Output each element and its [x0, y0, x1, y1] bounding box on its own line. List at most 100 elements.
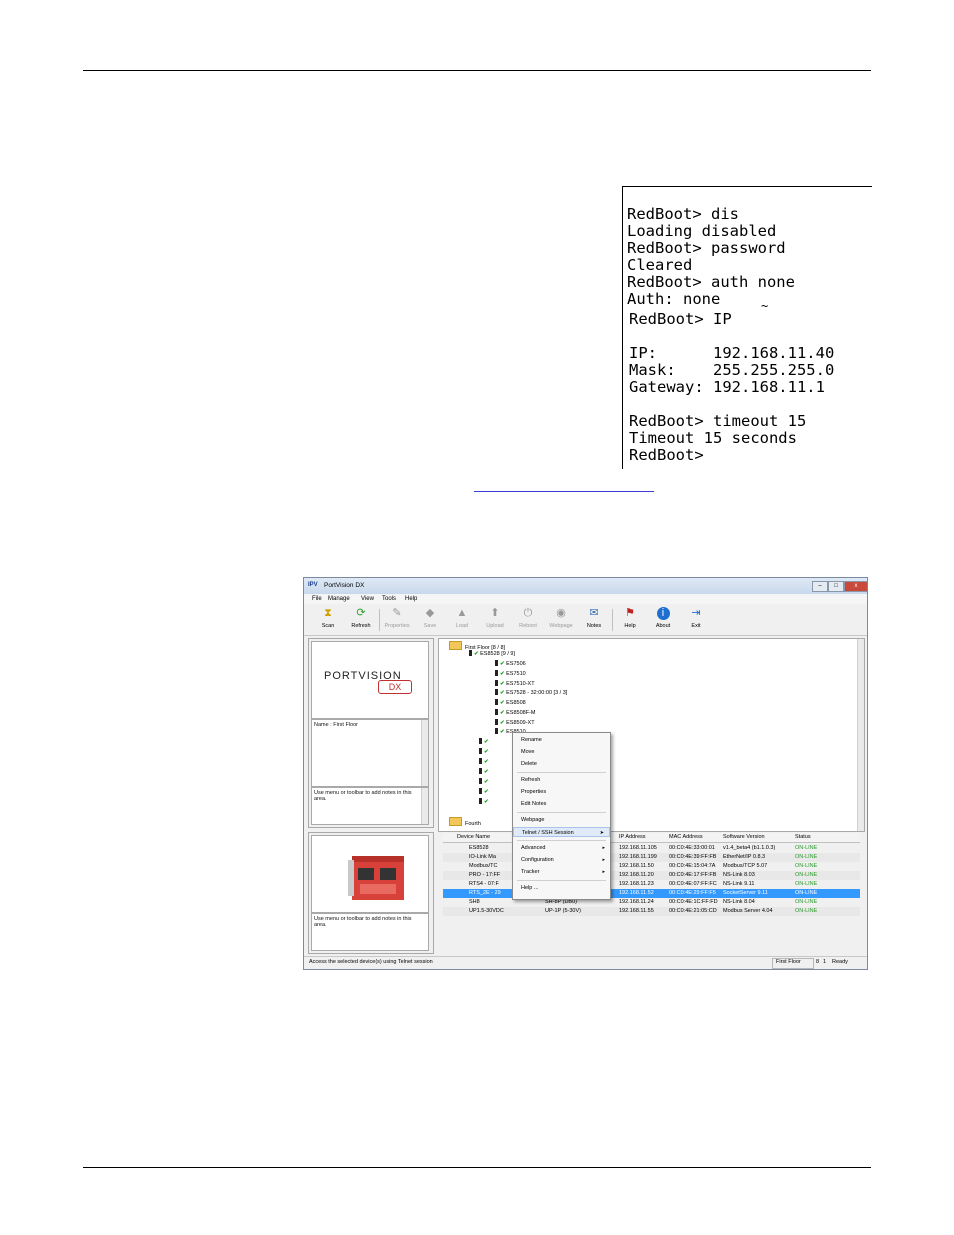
tree-node[interactable]: ✔ ES7510 — [495, 670, 526, 677]
ctx-telnet-ssh-session[interactable]: Telnet / SSH Session ➤ — [513, 827, 610, 837]
ctx-move[interactable]: Move — [513, 747, 610, 757]
col-software-version[interactable]: Software Version — [723, 834, 765, 840]
table-row[interactable]: UP1.5-30VDC UP-1P (5-30V) 192.168.11.55 … — [443, 907, 860, 916]
cell-mac: 00:C0:4E:39:FF:FB — [669, 854, 717, 860]
menu-help[interactable]: Help — [405, 596, 417, 602]
reboot-icon: ⏻ — [523, 607, 533, 619]
tree-scrollbar[interactable] — [857, 639, 864, 831]
device-notes-area[interactable]: Use menu or toolbar to add notes in this… — [311, 913, 429, 951]
menu-view[interactable]: View — [361, 596, 374, 602]
notes-scrollbar[interactable] — [421, 788, 428, 824]
col-status[interactable]: Status — [795, 834, 811, 840]
toolbar-label: Upload — [486, 623, 504, 629]
tree-node[interactable]: ✔ ES8528 [9 / 9] — [469, 650, 515, 657]
device-icon — [479, 788, 482, 794]
cell-software: NS-Link 8.04 — [723, 899, 755, 905]
tree-node[interactable]: ✔ ES8508F-M — [495, 709, 536, 716]
webpage-button[interactable]: ◉ Webpage — [546, 607, 576, 633]
cell-device-name: PRO - 17:FF — [469, 872, 501, 878]
cell-mac: 00:C0:4E:21:05:CD — [669, 908, 717, 914]
cell-ip: 192.168.11.52 — [619, 890, 654, 896]
table-row[interactable]: RTS4 - 07:F 192.168.11.23 00:C0:4E:07:FF… — [443, 880, 860, 889]
ctx-webpage[interactable]: Webpage — [513, 815, 610, 825]
col-device-name[interactable]: Device Name — [457, 834, 490, 840]
terminal-line: RedBoot> — [629, 446, 704, 464]
device-icon — [495, 728, 498, 734]
scan-icon: ⧗ — [324, 607, 332, 619]
table-row[interactable]: IO-Link Ma 192.168.11.199 00:C0:4E:39:FF… — [443, 853, 860, 862]
ctx-help[interactable]: Help ... — [513, 883, 610, 893]
menu-manage[interactable]: Manage — [328, 596, 350, 602]
check-icon: ✔ — [484, 739, 489, 745]
help-button[interactable]: ⚑ Help — [615, 607, 645, 633]
table-row-selected[interactable]: RTS_2E - 29 192.168.11.52 00:C0:4E:29:FF… — [443, 889, 860, 898]
ctx-properties[interactable]: Properties — [513, 787, 610, 797]
cell-device-name: Modbus/TC — [469, 863, 498, 869]
mouse-cursor-icon: ➤ — [599, 830, 604, 836]
table-row[interactable]: PRO - 17:FF 192.168.11.20 00:C0:4E:17:FF… — [443, 871, 860, 880]
col-ip-address[interactable]: IP Address — [619, 834, 646, 840]
tree-node[interactable]: ✔ — [479, 788, 489, 795]
tree-node[interactable]: ✔ ES8508 — [495, 699, 526, 706]
tree-node[interactable]: ✔ ES7506 — [495, 660, 526, 667]
tree-node[interactable]: ✔ ES7528 - 32:00:00 [3 / 3] — [495, 689, 567, 696]
reboot-button[interactable]: ⏻ Reboot — [513, 607, 543, 633]
redboot-terminal: RedBoot> dis Loading disabled RedBoot> p… — [622, 186, 872, 469]
submenu-arrow-icon: ▸ — [602, 857, 605, 863]
maximize-button[interactable]: □ — [828, 581, 844, 592]
close-button[interactable]: x — [844, 581, 867, 592]
table-row[interactable]: Modbus/TC 192.168.11.50 00:C0:4E:15:04:7… — [443, 862, 860, 871]
toolbar-label: Save — [423, 623, 437, 629]
terminal-line: Cleared — [627, 256, 693, 274]
ctx-rename[interactable]: Rename — [513, 735, 610, 745]
check-icon: ✔ — [500, 671, 505, 677]
name-scrollbar[interactable] — [421, 720, 428, 786]
terminal-line: Auth: none — [627, 290, 721, 308]
refresh-button[interactable]: ⟳ Refresh — [346, 607, 376, 633]
ctx-refresh[interactable]: Refresh — [513, 775, 610, 785]
tree-node[interactable]: ✔ — [479, 738, 489, 745]
cell-mac: 00:C0:4E:07:FF:FC — [669, 881, 717, 887]
tree-node[interactable]: Fourth — [449, 817, 481, 827]
save-button[interactable]: ◆ Save — [415, 607, 445, 633]
col-mac-address[interactable]: MAC Address — [669, 834, 703, 840]
device-icon — [495, 680, 498, 686]
scan-button[interactable]: ⧗ Scan — [313, 607, 343, 633]
left-device-panel: Use menu or toolbar to add notes in this… — [308, 832, 434, 954]
window-title: PortVision DX — [324, 582, 365, 589]
ctx-edit-notes[interactable]: Edit Notes — [513, 799, 610, 809]
upload-button[interactable]: ⬆ Upload — [480, 607, 510, 633]
menu-tools[interactable]: Tools — [382, 596, 396, 602]
load-button[interactable]: ▲ Load — [447, 607, 477, 633]
minimize-button[interactable]: – — [812, 581, 828, 592]
ctx-configuration[interactable]: Configuration ▸ — [513, 855, 610, 865]
tree-node[interactable]: ✔ — [479, 758, 489, 765]
about-button[interactable]: i About — [648, 607, 678, 633]
ctx-tracker[interactable]: Tracker ▸ — [513, 867, 610, 877]
table-row[interactable]: SH8 SH-8P (DB0) 192.168.11.24 00:C0:4E:1… — [443, 898, 860, 907]
exit-button[interactable]: ⇥ Exit — [681, 607, 711, 633]
tree-node[interactable]: ✔ — [479, 768, 489, 775]
check-icon: ✔ — [484, 779, 489, 785]
ctx-advanced[interactable]: Advanced ▸ — [513, 843, 610, 853]
properties-button[interactable]: ✎ Properties — [382, 607, 412, 633]
tree-node[interactable]: ✔ ES7510-XT — [495, 680, 535, 687]
table-row[interactable]: ES8528 192.168.11.105 00:C0:4E:33:00:01 … — [443, 844, 860, 853]
tree-node[interactable]: ✔ ES8509-XT — [495, 719, 535, 726]
notes-button[interactable]: ✉ Notes — [579, 607, 609, 633]
terminal-line: RedBoot> password — [627, 239, 786, 257]
cell-device-name: UP1.5-30VDC — [469, 908, 504, 914]
tree-node[interactable]: ✔ — [479, 798, 489, 805]
device-name-label: Name : First Floor — [314, 722, 359, 728]
cell-device-name: RTS_2E - 29 — [469, 890, 501, 896]
ctx-delete[interactable]: Delete — [513, 759, 610, 769]
hyperlink-underline[interactable] — [474, 491, 654, 492]
cell-software: v1.4_beta4 (b1.1.0.3) — [723, 845, 776, 851]
toolbar-separator — [612, 609, 613, 631]
cell-ip: 192.168.11.105 — [619, 845, 657, 851]
notes-area[interactable]: Use menu or toolbar to add notes in this… — [311, 787, 429, 825]
tree-node[interactable]: ✔ — [479, 778, 489, 785]
menu-file[interactable]: File — [312, 596, 322, 602]
device-icon — [479, 738, 482, 744]
tree-node[interactable]: ✔ — [479, 748, 489, 755]
